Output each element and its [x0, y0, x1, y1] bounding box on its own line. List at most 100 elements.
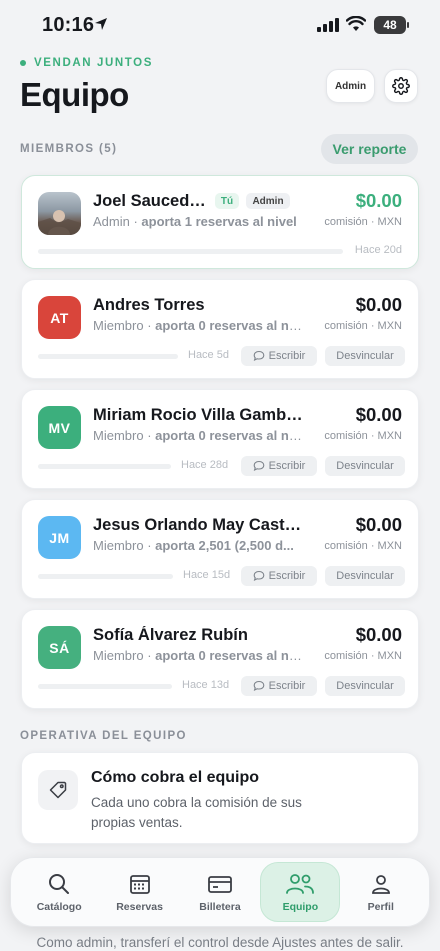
cellular-signal-icon — [317, 18, 339, 32]
you-badge: Tú — [215, 193, 239, 209]
tab-label: Reservas — [116, 900, 163, 913]
member-card[interactable]: MV Miriam Rocio Villa Gamboa Miembro · a… — [21, 389, 419, 489]
team-ops-card[interactable]: Cómo cobra el equipo Cada uno cobra la c… — [21, 752, 419, 844]
write-label: Escribir — [268, 570, 306, 582]
level-progress-bar — [38, 574, 173, 579]
member-card[interactable]: AT Andres Torres Miembro · aporta 0 rese… — [21, 279, 419, 379]
search-icon — [49, 873, 70, 894]
member-name: Jesus Orlando May Castillo — [93, 516, 303, 534]
member-subtitle: Miembro · aporta 2,501 (2,500 d... — [93, 538, 294, 553]
tab-equipo[interactable]: Equipo — [260, 862, 341, 922]
avatar: MV — [38, 406, 81, 449]
tab-label: Perfil — [367, 900, 394, 913]
write-label: Escribir — [268, 460, 306, 472]
member-card-self[interactable]: Joel Saucedo... Tú Admin Admin · aporta … — [21, 175, 419, 269]
brand-dot-icon — [20, 60, 26, 66]
view-report-button[interactable]: Ver reporte — [321, 134, 418, 164]
write-label: Escribir — [268, 350, 306, 362]
member-contribution: aporta 2,501 (2,500 d... — [155, 538, 294, 553]
member-name: Andres Torres — [93, 296, 205, 314]
wallet-icon — [208, 875, 232, 893]
avatar-photo — [38, 192, 81, 235]
calendar-icon — [129, 874, 150, 894]
page-title: Equipo — [20, 76, 129, 113]
member-subtitle: Miembro · aporta 0 reservas al ni... — [93, 648, 303, 663]
last-active: Hace 20d — [354, 244, 402, 256]
write-button[interactable]: Escribir — [241, 346, 317, 366]
tab-label: Billetera — [199, 900, 241, 913]
wifi-icon — [346, 16, 366, 31]
brand-text: VENDAN JUNTOS — [34, 57, 153, 69]
battery-cap — [407, 22, 409, 28]
commission-amount: $0.00 — [355, 624, 402, 645]
footer-note: Como admin, transferí el control desde A… — [36, 935, 404, 950]
write-button[interactable]: Escribir — [241, 676, 317, 696]
member-subtitle: Miembro · aporta 0 reservas al ni... — [93, 318, 303, 333]
admin-badge: Admin — [246, 193, 290, 209]
status-time: 10:16 — [42, 14, 95, 36]
member-contribution: aporta 0 reservas al ni... — [155, 318, 303, 333]
commission-currency: comisión · MXN — [324, 320, 402, 332]
member-subtitle: Miembro · aporta 0 reservas al ni... — [93, 428, 303, 443]
avatar: SÁ — [38, 626, 81, 669]
level-progress-bar — [38, 354, 178, 359]
chat-bubble-icon — [253, 680, 265, 692]
avatar-photo-icon — [38, 210, 81, 235]
member-role: Miembro — [93, 318, 144, 333]
brand-label: VENDAN JUNTOS — [20, 57, 153, 69]
ops-description: Cada uno cobra la comisión de sus propia… — [91, 795, 302, 830]
commission-currency: comisión · MXN — [324, 216, 402, 228]
tab-label: Equipo — [282, 900, 319, 913]
last-active: Hace 28d — [181, 459, 229, 471]
tab-label: Catálogo — [36, 900, 82, 913]
commission-currency: comisión · MXN — [324, 540, 402, 552]
member-name: Sofía Álvarez Rubín — [93, 626, 248, 644]
ops-section-label: OPERATIVA DEL EQUIPO — [20, 730, 187, 742]
write-label: Escribir — [268, 680, 306, 692]
commission-amount: $0.00 — [355, 404, 402, 425]
tab-reservas[interactable]: Reservas — [100, 862, 180, 922]
member-subtitle: Admin · aporta 1 reservas al nivel — [93, 214, 297, 229]
chat-bubble-icon — [253, 460, 265, 472]
member-role: Miembro — [93, 428, 144, 443]
commission-amount: $0.00 — [355, 294, 402, 315]
chat-bubble-icon — [253, 570, 265, 582]
settings-button[interactable] — [384, 69, 418, 103]
unlink-button[interactable]: Desvincular — [325, 566, 405, 586]
avatar: JM — [38, 516, 81, 559]
location-arrow-icon — [95, 18, 107, 30]
chat-bubble-icon — [253, 350, 265, 362]
member-role: Admin — [93, 214, 130, 229]
ops-title: Cómo cobra el equipo — [91, 769, 260, 786]
unlink-button[interactable]: Desvincular — [325, 346, 405, 366]
gear-icon — [392, 77, 410, 95]
avatar: AT — [38, 296, 81, 339]
tab-billetera[interactable]: Billetera — [180, 862, 260, 922]
commission-currency: comisión · MXN — [324, 430, 402, 442]
member-card[interactable]: SÁ Sofía Álvarez Rubín Miembro · aporta … — [21, 609, 419, 709]
member-contribution: aporta 0 reservas al ni... — [155, 428, 303, 443]
tab-perfil[interactable]: Perfil — [341, 862, 421, 922]
member-name: Joel Saucedo... — [93, 192, 211, 210]
user-icon — [371, 874, 390, 894]
admin-button[interactable]: Admin — [326, 69, 375, 103]
member-contribution: aporta 1 reservas al nivel — [141, 214, 297, 229]
member-card[interactable]: JM Jesus Orlando May Castillo Miembro · … — [21, 499, 419, 599]
commission-amount: $0.00 — [355, 190, 402, 211]
member-contribution: aporta 0 reservas al ni... — [155, 648, 303, 663]
level-progress-bar — [38, 464, 171, 469]
tag-icon — [38, 770, 78, 810]
write-button[interactable]: Escribir — [241, 456, 317, 476]
level-progress-bar — [38, 249, 343, 254]
team-icon — [286, 873, 315, 894]
tab-catalogo[interactable]: Catálogo — [19, 862, 99, 922]
member-role: Miembro — [93, 538, 144, 553]
unlink-button[interactable]: Desvincular — [325, 676, 405, 696]
last-active: Hace 13d — [182, 679, 230, 691]
unlink-button[interactable]: Desvincular — [325, 456, 405, 476]
last-active: Hace 15d — [183, 569, 231, 581]
tab-bar: Catálogo Reservas Billetera Equipo Perfi… — [10, 857, 430, 927]
write-button[interactable]: Escribir — [241, 566, 317, 586]
member-role: Miembro — [93, 648, 144, 663]
member-name: Miriam Rocio Villa Gamboa — [93, 406, 303, 424]
